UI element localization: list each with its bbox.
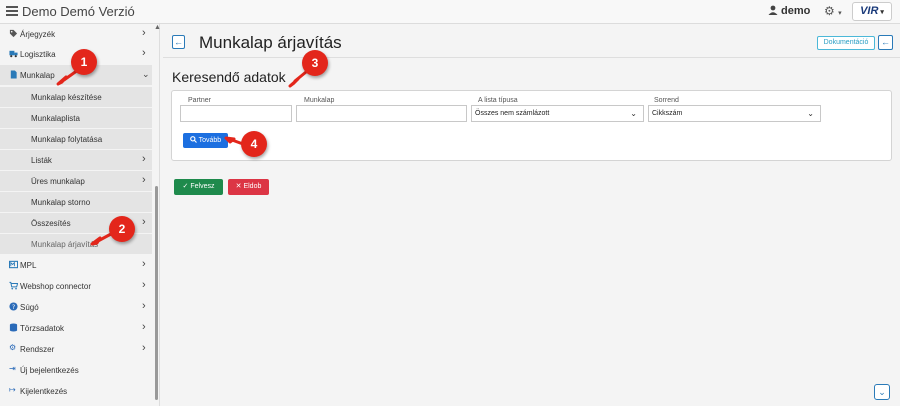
database-icon — [9, 323, 18, 332]
gear-icon: ⚙ — [824, 4, 835, 18]
sidebar-item-listak[interactable]: Listák › — [0, 150, 152, 170]
logout-icon: ↦ — [9, 385, 16, 394]
order-select[interactable]: Cikkszám ⌄ — [648, 105, 821, 122]
tag-icon — [9, 29, 18, 38]
chevron-right-icon: › — [142, 27, 146, 39]
sidebar-scrollbar[interactable] — [155, 186, 158, 400]
next-button[interactable]: Tovább — [183, 133, 228, 148]
sidebar-item-munkalap-storno[interactable]: Munkalap storno — [0, 192, 152, 212]
annotation-marker-3: 3 — [302, 50, 328, 76]
partner-input[interactable] — [180, 105, 292, 122]
sidebar-item-munkalaplista[interactable]: Munkalaplista — [0, 108, 152, 128]
chevron-right-icon: › — [142, 321, 146, 333]
user-name: demo — [781, 5, 811, 17]
check-icon: ✓ — [182, 183, 189, 190]
munkalap-input[interactable] — [296, 105, 467, 122]
chevron-down-icon: ⌄ — [878, 387, 886, 397]
chevron-right-icon: › — [142, 174, 146, 186]
cogs-icon: ⚙ — [9, 343, 17, 352]
chevron-right-icon: › — [142, 216, 146, 228]
cart-icon — [9, 281, 18, 290]
main-content: ← Munkalap árjavítás Dokumentáció ← Kere… — [163, 24, 900, 406]
chevron-right-icon: › — [142, 47, 146, 59]
caret-down-icon: ▾ — [838, 10, 842, 17]
chevron-right-icon: › — [142, 258, 146, 270]
chevron-right-icon: › — [142, 300, 146, 312]
list-type-select[interactable]: Összes nem számlázott ⌄ — [471, 105, 644, 122]
settings-menu[interactable]: ⚙ ▾ — [824, 4, 842, 18]
annotation-marker-2: 2 — [109, 216, 135, 242]
truck-icon — [9, 50, 18, 58]
save-button[interactable]: ✓ Felvesz — [174, 179, 223, 195]
app-logo[interactable]: VIR ▾ — [852, 2, 892, 21]
user-icon — [768, 5, 778, 15]
order-value: Cikkszám — [652, 110, 683, 117]
scroll-down-button[interactable]: ⌄ — [874, 384, 890, 400]
sidebar-item-kijelentkezes[interactable]: ↦ Kijelentkezés — [0, 381, 152, 401]
chevron-right-icon: › — [142, 279, 146, 291]
sidebar-item-rendszer[interactable]: ⚙ Rendszer › — [0, 339, 152, 359]
svg-text:?: ? — [12, 304, 15, 311]
chevron-down-icon: ⌄ — [630, 109, 637, 118]
sidebar-item-ures-munkalap[interactable]: Üres munkalap › — [0, 171, 152, 191]
chevron-right-icon: › — [142, 342, 146, 354]
discard-button[interactable]: ✕ Eldob — [228, 179, 269, 195]
search-form-card: Partner Munkalap A lista típusa Összes n… — [171, 90, 892, 161]
menu-icon[interactable] — [6, 4, 18, 18]
chevron-right-icon: › — [142, 153, 146, 165]
divider — [163, 57, 900, 58]
annotation-marker-4: 4 — [241, 131, 267, 157]
sidebar-item-munkalap-folytatasa[interactable]: Munkalap folytatása — [0, 129, 152, 149]
list-type-value: Összes nem számlázott — [475, 110, 550, 117]
caret-down-icon: ▾ — [878, 9, 884, 16]
munkalap-label: Munkalap — [304, 97, 335, 104]
order-label: Sorrend — [654, 97, 679, 104]
sidebar-item-uj-bejelentkezes[interactable]: ⇥ Új bejelentkezés — [0, 360, 152, 380]
app-title: Demo Demó Verzió — [22, 4, 135, 19]
top-navbar: Demo Demó Verzió demo ⚙ ▾ VIR ▾ — [0, 0, 900, 24]
documentation-button[interactable]: Dokumentáció — [817, 36, 875, 50]
search-icon — [189, 136, 197, 143]
user-menu[interactable]: demo — [768, 5, 810, 17]
list-type-label: A lista típusa — [478, 97, 518, 104]
sidebar-item-webshop-connector[interactable]: Webshop connector › — [0, 276, 152, 296]
annotation-marker-1: 1 — [71, 49, 97, 75]
arrow-left-icon: ← — [174, 37, 183, 47]
chevron-down-icon: ⌄ — [807, 109, 814, 118]
partner-label: Partner — [188, 97, 211, 104]
section-title: Keresendő adatok — [172, 69, 286, 85]
chevron-down-icon: ⌄ — [142, 69, 150, 79]
sidebar-item-mpl[interactable]: MPL › — [0, 255, 152, 275]
sidebar: Árjegyzék › Logisztika › Munkalap ⌄ Munk… — [0, 24, 160, 406]
mpl-icon — [9, 260, 18, 269]
sidebar-item-arjegyzek[interactable]: Árjegyzék › — [0, 24, 152, 44]
sidebar-item-torzsadatok[interactable]: Törzsadatok › — [0, 318, 152, 338]
page-title: Munkalap árjavítás — [199, 33, 342, 52]
help-icon: ? — [9, 302, 18, 311]
file-icon — [10, 70, 17, 79]
scroll-up-arrow-icon[interactable]: ▲ — [154, 24, 161, 31]
back-button[interactable]: ← — [172, 35, 185, 49]
arrow-left-icon: ← — [881, 37, 890, 47]
nav-back-button[interactable]: ← — [878, 35, 893, 50]
close-icon: ✕ — [235, 183, 242, 190]
login-icon: ⇥ — [9, 364, 16, 373]
sidebar-item-sugo[interactable]: ? Súgó › — [0, 297, 152, 317]
sidebar-item-munkalap-keszitese[interactable]: Munkalap készítése — [0, 87, 152, 107]
